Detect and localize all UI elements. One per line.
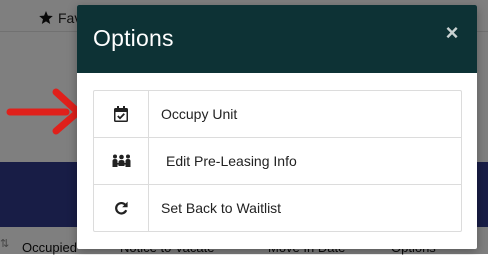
modal-title: Options bbox=[93, 25, 174, 51]
option-edit-pre-leasing-info[interactable]: Edit Pre-Leasing Info bbox=[94, 137, 461, 184]
modal-header: Options × bbox=[77, 5, 477, 73]
close-button[interactable]: × bbox=[441, 22, 463, 44]
redo-icon bbox=[115, 201, 128, 215]
option-label: Occupy Unit bbox=[161, 106, 238, 122]
calendar-check-icon bbox=[114, 106, 128, 122]
people-group-icon bbox=[112, 154, 130, 167]
option-label: Set Back to Waitlist bbox=[161, 200, 282, 216]
options-list: Occupy Unit Edit Pre-Leasing Info Set Ba… bbox=[93, 90, 462, 232]
option-occupy-unit[interactable]: Occupy Unit bbox=[94, 91, 461, 137]
red-arrow-icon bbox=[6, 88, 82, 135]
option-label: Edit Pre-Leasing Info bbox=[166, 153, 297, 169]
option-set-back-to-waitlist[interactable]: Set Back to Waitlist bbox=[94, 184, 461, 231]
options-modal: Options × Occupy Unit Edit Pre-Leasing I… bbox=[77, 5, 477, 249]
